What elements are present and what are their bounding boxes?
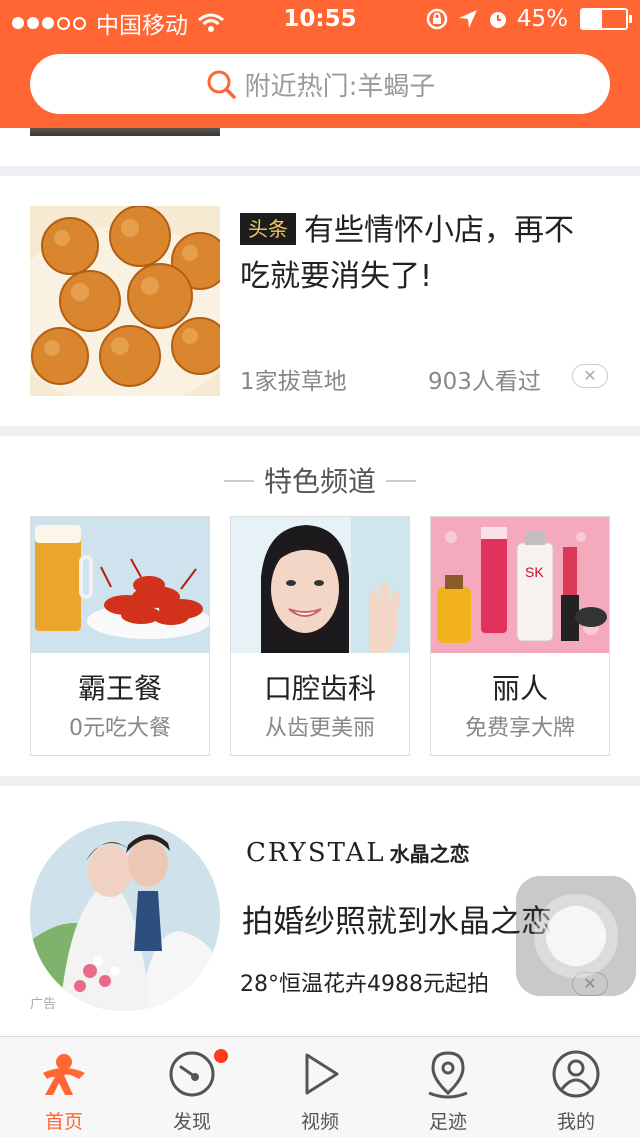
battery-percent: 45% [516,6,568,32]
tab-label: 首页 [44,1111,83,1133]
battery-level [582,10,602,28]
assistive-touch-button[interactable] [516,876,636,996]
dismiss-headline-button[interactable]: ✕ [572,364,608,388]
title-divider-right [386,480,416,482]
ad-brand-cn: 水晶之恋 [389,842,470,866]
channel-subtitle: 0元吃大餐 [69,716,171,741]
ad-brand-logo: CRYSTAL 水晶之恋 [246,838,470,868]
tab-label: 我的 [556,1111,595,1133]
battery-icon [580,8,632,30]
smiling-woman-image [231,517,409,653]
headline-source: 1家拔草地 [240,369,347,395]
channel-card-beauty[interactable]: SK 丽人 免费享大牌 [430,516,610,756]
notification-badge [214,1049,228,1063]
channel-card-bawangcan[interactable]: 霸王餐 0元吃大餐 [30,516,210,756]
svg-text:SK: SK [525,564,544,580]
channel-card-dental[interactable]: 口腔齿科 从齿更美丽 [230,516,410,756]
search-bar[interactable]: 附近热门:羊蝎子 [30,54,610,114]
headline-tag: 头条 [240,213,296,245]
ad-label: 广告 [30,997,57,1012]
wedding-photo-image [30,821,220,1011]
tab-label: 足迹 [428,1111,467,1133]
section-title-text: 特色频道 [263,465,376,498]
headline-views: 903人看过 [428,369,541,395]
home-person-icon [43,1054,85,1095]
user-profile-icon [552,1050,600,1098]
app-header: 中国移动 10:55 45% 附近热门:羊蝎子 [0,0,640,128]
ad-title: 拍婚纱照就到水晶之恋 [242,904,552,940]
cosmetics-image: SK [431,517,609,653]
channel-name: 丽人 [491,672,548,705]
section-title: 特色频道 [0,460,640,500]
channel-name: 口腔齿科 [263,672,376,705]
beer-crayfish-image [31,517,209,653]
tab-video[interactable]: 视频 [256,1037,384,1137]
status-bar: 中国移动 10:55 45% [0,0,640,40]
ad-brand-en: CRYSTAL [246,838,386,868]
tab-discover[interactable]: 发现 [128,1037,256,1137]
video-play-icon [305,1053,339,1095]
previous-card-sliver [0,128,640,166]
headline-food-image [30,206,220,396]
channel-name: 霸王餐 [77,672,162,705]
featured-channels: 特色频道 霸王餐 0元吃大餐 口腔齿科 从齿更美丽 SK 丽人 免费享大牌 [0,436,640,776]
previous-card-image [30,128,220,136]
status-right: 45% [425,6,632,32]
title-divider-left [223,480,254,482]
rotation-lock-icon [426,8,448,30]
search-placeholder: 附近热门:羊蝎子 [244,71,436,102]
tab-label: 视频 [300,1111,339,1133]
tab-footprint[interactable]: 足迹 [384,1037,512,1137]
ad-subtitle: 28°恒温花卉4988元起拍 [240,972,489,997]
assistive-touch-ring-inner [546,906,606,966]
tab-me[interactable]: 我的 [512,1037,640,1137]
channel-subtitle: 从齿更美丽 [264,716,375,741]
bottom-tab-bar: 首页 发现 视频 足迹 我的 [0,1036,640,1137]
tab-label: 发现 [172,1111,211,1133]
alarm-icon [489,12,506,28]
channel-subtitle: 免费享大牌 [464,716,575,741]
headline-title-block: 头条 有些情怀小店，再不吃就要消失了! [240,208,600,300]
location-pin-icon [428,1051,468,1099]
location-arrow-icon [458,10,477,28]
discover-icon [169,1051,215,1097]
search-icon [205,68,237,100]
headline-card[interactable]: 头条 有些情怀小店，再不吃就要消失了! 1家拔草地 903人看过 ✕ [0,176,640,426]
tab-home[interactable]: 首页 [0,1037,128,1137]
